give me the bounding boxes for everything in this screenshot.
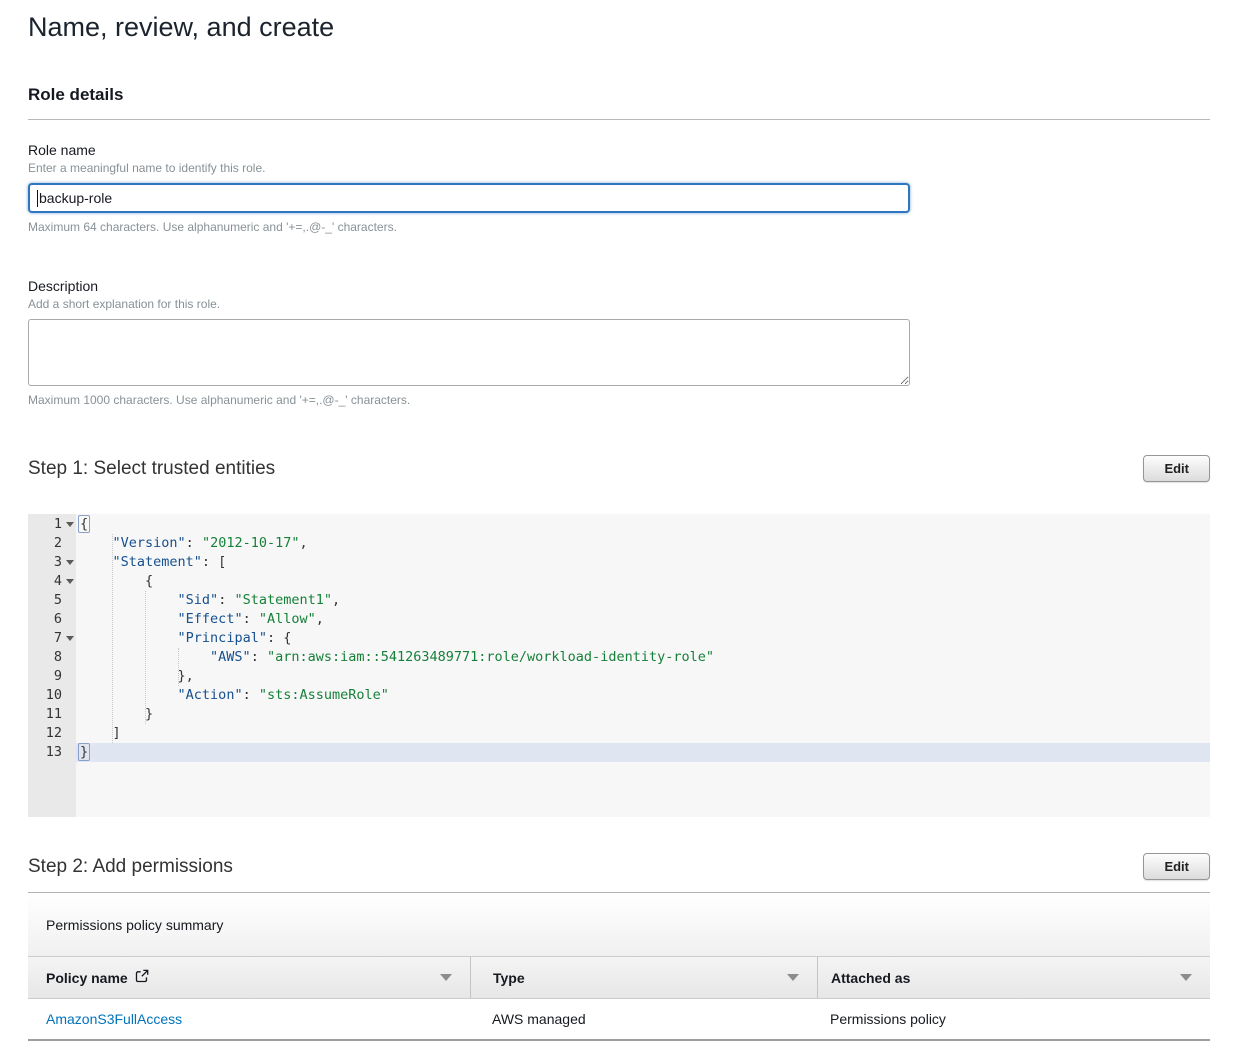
code-line: "Action": "sts:AssumeRole" (76, 686, 1210, 705)
gutter-line-number: 1 (28, 515, 76, 534)
gutter-line-number: 5 (28, 591, 76, 610)
policy-name-link[interactable]: AmazonS3FullAccess (46, 1011, 182, 1027)
step2-header-row: Step 2: Add permissions Edit (28, 853, 1210, 880)
role-name-input[interactable] (28, 183, 910, 213)
code-line: "Effect": "Allow", (76, 610, 1210, 629)
fold-arrow-icon[interactable] (66, 522, 74, 527)
editor-gutter: 12345678910111213 (28, 514, 76, 817)
column-label: Type (493, 970, 525, 986)
gutter-line-number: 10 (28, 686, 76, 705)
column-label: Attached as (831, 970, 910, 986)
page-title: Name, review, and create (28, 12, 1210, 43)
gutter-line-number: 11 (28, 705, 76, 724)
column-dropdown-icon[interactable] (440, 974, 452, 981)
code-line: } (76, 743, 1210, 762)
role-name-help: Enter a meaningful name to identify this… (28, 161, 1210, 175)
column-header-policy-name: Policy name (28, 957, 470, 998)
column-label: Policy name (46, 970, 128, 986)
step1-edit-button[interactable]: Edit (1143, 455, 1210, 482)
permissions-panel: Permissions policy summary Policy name (28, 892, 1210, 1041)
code-line: "Principal": { (76, 629, 1210, 648)
gutter-line-number: 9 (28, 667, 76, 686)
step2-edit-button[interactable]: Edit (1143, 853, 1210, 880)
policy-editor[interactable]: 12345678910111213 { "Version": "2012-10-… (28, 514, 1210, 817)
policy-table-header: Policy name Type Attached as (28, 956, 1210, 999)
role-name-constraint: Maximum 64 characters. Use alphanumeric … (28, 220, 1210, 234)
step2-heading: Step 2: Add permissions (28, 856, 233, 878)
role-name-label: Role name (28, 142, 1210, 158)
column-dropdown-icon[interactable] (1180, 974, 1192, 981)
code-line: "AWS": "arn:aws:iam::541263489771:role/w… (76, 648, 1210, 667)
code-line: "Version": "2012-10-17", (76, 534, 1210, 553)
code-line: { (76, 572, 1210, 591)
gutter-line-number: 12 (28, 724, 76, 743)
role-name-input-wrap (28, 183, 910, 213)
code-line: "Sid": "Statement1", (76, 591, 1210, 610)
divider (28, 119, 1210, 120)
permissions-panel-header: Permissions policy summary (28, 893, 1210, 956)
description-help: Add a short explanation for this role. (28, 297, 1210, 311)
code-line: }, (76, 667, 1210, 686)
description-label: Description (28, 278, 1210, 294)
external-link-icon (135, 969, 149, 986)
text-cursor (37, 190, 38, 207)
step1-header-row: Step 1: Select trusted entities Edit (28, 455, 1210, 482)
fold-arrow-icon[interactable] (66, 560, 74, 565)
step1-heading: Step 1: Select trusted entities (28, 458, 275, 480)
fold-arrow-icon[interactable] (66, 579, 74, 584)
gutter-line-number: 7 (28, 629, 76, 648)
code-line: ] (76, 724, 1210, 743)
column-header-type: Type (470, 957, 817, 998)
gutter-line-number: 3 (28, 553, 76, 572)
gutter-line-number: 2 (28, 534, 76, 553)
description-constraint: Maximum 1000 characters. Use alphanumeri… (28, 393, 1210, 407)
column-header-attached-as: Attached as (817, 957, 1210, 998)
description-textarea[interactable] (28, 319, 910, 386)
permissions-panel-title: Permissions policy summary (46, 917, 223, 933)
editor-code[interactable]: { "Version": "2012-10-17", "Statement": … (76, 514, 1210, 817)
policy-table-body: AmazonS3FullAccess AWS managedPermissions… (28, 999, 1210, 1041)
policy-type-cell: AWS managed (470, 1011, 817, 1027)
code-line: "Statement": [ (76, 553, 1210, 572)
column-dropdown-icon[interactable] (787, 974, 799, 981)
fold-arrow-icon[interactable] (66, 636, 74, 641)
table-row: AmazonS3FullAccess AWS managedPermissions… (28, 999, 1210, 1039)
code-line: { (76, 515, 1210, 534)
gutter-line-number: 8 (28, 648, 76, 667)
gutter-line-number: 6 (28, 610, 76, 629)
gutter-line-number: 4 (28, 572, 76, 591)
gutter-line-number: 13 (28, 743, 76, 762)
code-line: } (76, 705, 1210, 724)
main-content: Name, review, and create Role details Ro… (28, 0, 1210, 1041)
policy-attached-as-cell: Permissions policy (817, 1011, 1210, 1027)
role-details-heading: Role details (28, 85, 1210, 105)
